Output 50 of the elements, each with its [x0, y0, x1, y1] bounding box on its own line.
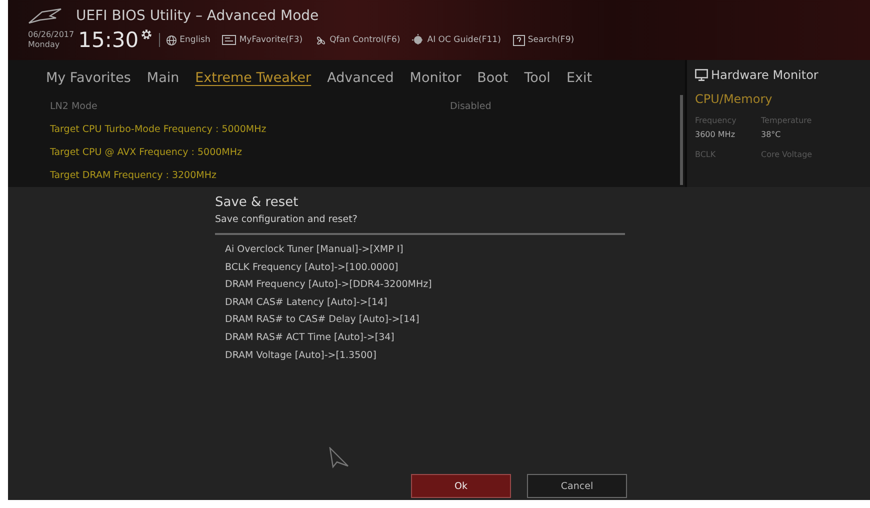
menu-tab[interactable]: Boot — [469, 70, 516, 86]
change-item: DRAM RAS# ACT Time [Auto]->[34] — [225, 330, 396, 345]
menu-tab[interactable]: My Favorites — [38, 70, 139, 86]
change-item: BCLK Frequency [Auto]->[100.0000] — [225, 260, 400, 275]
reading-label: Frequency — [695, 116, 738, 125]
cursor-icon — [328, 447, 350, 469]
setting-label[interactable]: Target CPU Turbo-Mode Frequency : 5000MHz — [50, 124, 450, 135]
change-item: Ai Overclock Tuner [Manual]->[XMP I] — [225, 243, 404, 257]
change-item: DRAM Voltage [Auto]->[1.3500] — [225, 348, 378, 363]
list-icon — [222, 35, 236, 45]
toolbar-button[interactable]: AI OC Guide(F11) — [412, 34, 501, 46]
logo-icon — [28, 8, 62, 24]
setting-label[interactable]: Target CPU @ AVX Frequency : 5000MHz — [50, 147, 450, 158]
day-text: Monday — [28, 40, 61, 50]
setting-label[interactable]: Target DRAM Frequency : 3200MHz — [50, 170, 450, 181]
reading-label: Core Voltage — [761, 150, 814, 159]
clock-time: 15:30 — [78, 28, 139, 52]
chip-icon — [412, 34, 424, 46]
menu-tab[interactable]: Tool — [516, 70, 558, 86]
toolbar-button[interactable]: Qfan Control(F6) — [314, 34, 400, 46]
fan-icon — [314, 34, 327, 46]
menu-tab[interactable]: Advanced — [319, 70, 402, 86]
dialog-button[interactable]: Cancel — [527, 474, 627, 498]
reading-label: Temperature — [761, 116, 813, 125]
date-text: 06/26/2017 — [28, 30, 74, 40]
menu-tab[interactable]: Main — [138, 70, 188, 86]
toolbar-button[interactable]: MyFavorite(F3) — [222, 34, 303, 46]
monitor-icon — [695, 69, 708, 81]
toolbar-button[interactable]: English — [166, 34, 210, 46]
window-title: UEFI BIOS Utility – Advanced Mode — [76, 8, 319, 24]
change-item: DRAM Frequency [Auto]->[DDR4-3200MHz] — [225, 278, 433, 292]
dialog-question: Save configuration and reset? — [215, 214, 358, 225]
reading-value: 3600 MHz — [695, 130, 736, 139]
reading-label: BCLK — [695, 150, 717, 159]
menu-tab[interactable]: Monitor — [402, 70, 470, 86]
help-icon — [512, 34, 525, 46]
toolbar-button[interactable]: Search(F9) — [512, 34, 574, 46]
setting-label: LN2 Mode — [50, 101, 98, 112]
settings-icon[interactable] — [140, 28, 153, 41]
change-item: DRAM RAS# to CAS# Delay [Auto]->[14] — [225, 313, 420, 328]
dialog-title: Save & reset — [215, 195, 300, 210]
dialog-button[interactable]: Ok — [411, 474, 511, 498]
change-item: DRAM CAS# Latency [Auto]->[14] — [225, 296, 388, 310]
panel-title: Hardware Monitor — [711, 68, 818, 82]
setting-value: Disabled — [450, 101, 492, 112]
reading-value: 38°C — [761, 130, 782, 139]
menu-tab[interactable]: Extreme Tweaker — [187, 70, 320, 86]
menu-tab[interactable]: Exit — [558, 70, 600, 86]
section-title: CPU/Memory — [695, 92, 774, 106]
globe-icon — [166, 34, 177, 46]
